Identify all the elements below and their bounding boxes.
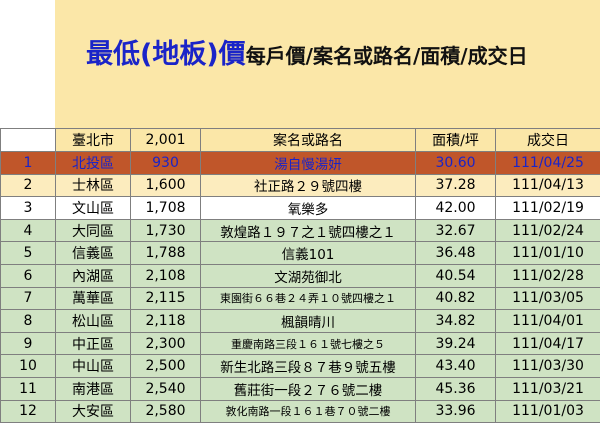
area-cell[interactable]: 33.96 (416, 400, 496, 423)
table-row: 4大同區1,730敦煌路１９７之１號四樓之１32.67111/02/24 (1, 219, 600, 242)
row-index-cell[interactable]: 7 (1, 287, 56, 310)
case-name-cell[interactable]: 氧樂多 (201, 197, 416, 220)
case-name-cell[interactable]: 社正路２９號四樓 (201, 174, 416, 197)
area-cell[interactable]: 37.28 (416, 174, 496, 197)
date-cell[interactable]: 111/02/24 (496, 219, 600, 242)
row-index-cell[interactable]: 4 (1, 219, 56, 242)
area-cell[interactable]: 43.40 (416, 355, 496, 378)
row-index-cell[interactable]: 2 (1, 174, 56, 197)
district-cell[interactable]: 士林區 (56, 174, 131, 197)
date-cell[interactable]: 111/01/10 (496, 242, 600, 265)
case-name-cell[interactable]: 楓韻晴川 (201, 310, 416, 333)
district-cell[interactable]: 信義區 (56, 242, 131, 265)
header-date-cell[interactable]: 成交日 (496, 129, 600, 152)
price-cell[interactable]: 2,580 (131, 400, 201, 423)
table-row: 10中山區2,500新生北路三段８７巷９號五樓43.40111/03/30 (1, 355, 600, 378)
area-cell[interactable]: 45.36 (416, 377, 496, 400)
page-title: 最低(地板)價每戶價/案名或路名/面積/成交日 (86, 32, 528, 71)
title-main: 最低(地板)價 (86, 39, 246, 70)
date-cell[interactable]: 111/03/21 (496, 377, 600, 400)
header-blank-cell[interactable] (1, 129, 56, 152)
price-cell[interactable]: 2,540 (131, 377, 201, 400)
table-row: 11南港區2,540舊莊街一段２７６號二樓45.36111/03/21 (1, 377, 600, 400)
case-name-cell[interactable]: 信義101 (201, 242, 416, 265)
district-cell[interactable]: 大安區 (56, 400, 131, 423)
header-city-cell[interactable]: 臺北市 (56, 129, 131, 152)
case-name-cell[interactable]: 敦煌路１９７之１號四樓之１ (201, 219, 416, 242)
area-cell[interactable]: 42.00 (416, 197, 496, 220)
spreadsheet: 最低(地板)價每戶價/案名或路名/面積/成交日 臺北市 2,001 案名或路名 … (0, 0, 600, 400)
district-cell[interactable]: 萬華區 (56, 287, 131, 310)
price-cell[interactable]: 1,788 (131, 242, 201, 265)
case-name-cell[interactable]: 新生北路三段８７巷９號五樓 (201, 355, 416, 378)
table-row: 12大安區2,580敦化南路一段１６１巷７０號二樓33.96111/01/03 (1, 400, 600, 423)
table-row: 9中正區2,300重慶南路三段１６１號七樓之５39.24111/04/17 (1, 332, 600, 355)
district-cell[interactable]: 內湖區 (56, 264, 131, 287)
row-index-cell[interactable]: 6 (1, 264, 56, 287)
title-sub: 每戶價/案名或路名/面積/成交日 (246, 44, 528, 68)
price-cell[interactable]: 1,600 (131, 174, 201, 197)
table-row: 7萬華區2,115東園街６６巷２４弄１０號四樓之１40.82111/03/05 (1, 287, 600, 310)
table-row: 5信義區1,788信義10136.48111/01/10 (1, 242, 600, 265)
price-cell[interactable]: 2,500 (131, 355, 201, 378)
area-cell[interactable]: 40.82 (416, 287, 496, 310)
row-index-cell[interactable]: 8 (1, 310, 56, 333)
district-cell[interactable]: 南港區 (56, 377, 131, 400)
row-index-cell[interactable]: 3 (1, 197, 56, 220)
area-cell[interactable]: 34.82 (416, 310, 496, 333)
header-name-cell[interactable]: 案名或路名 (201, 129, 416, 152)
area-cell[interactable]: 30.60 (416, 152, 496, 175)
case-name-cell[interactable]: 舊莊街一段２７６號二樓 (201, 377, 416, 400)
table-row: 2士林區1,600社正路２９號四樓37.28111/04/13 (1, 174, 600, 197)
case-name-cell[interactable]: 湯自慢湯妍 (201, 152, 416, 175)
date-cell[interactable]: 111/03/30 (496, 355, 600, 378)
date-cell[interactable]: 111/04/17 (496, 332, 600, 355)
table-row: 3文山區1,708氧樂多42.00111/02/19 (1, 197, 600, 220)
header-price-cell[interactable]: 2,001 (131, 129, 201, 152)
date-cell[interactable]: 111/03/05 (496, 287, 600, 310)
date-cell[interactable]: 111/04/25 (496, 152, 600, 175)
row-index-column-top (0, 0, 55, 128)
price-cell[interactable]: 2,118 (131, 310, 201, 333)
district-cell[interactable]: 北投區 (56, 152, 131, 175)
district-cell[interactable]: 大同區 (56, 219, 131, 242)
row-index-cell[interactable]: 5 (1, 242, 56, 265)
area-cell[interactable]: 40.54 (416, 264, 496, 287)
case-name-cell[interactable]: 文湖苑御北 (201, 264, 416, 287)
case-name-cell[interactable]: 敦化南路一段１６１巷７０號二樓 (201, 400, 416, 423)
date-cell[interactable]: 111/02/19 (496, 197, 600, 220)
district-cell[interactable]: 文山區 (56, 197, 131, 220)
date-cell[interactable]: 111/04/13 (496, 174, 600, 197)
table-row: 8松山區2,118楓韻晴川34.82111/04/01 (1, 310, 600, 333)
district-cell[interactable]: 中正區 (56, 332, 131, 355)
case-name-cell[interactable]: 東園街６６巷２４弄１０號四樓之１ (201, 287, 416, 310)
price-cell[interactable]: 2,108 (131, 264, 201, 287)
area-cell[interactable]: 36.48 (416, 242, 496, 265)
table-row: 6內湖區2,108文湖苑御北40.54111/02/28 (1, 264, 600, 287)
row-index-cell[interactable]: 9 (1, 332, 56, 355)
price-cell[interactable]: 2,115 (131, 287, 201, 310)
price-table: 臺北市 2,001 案名或路名 面積/坪 成交日 1北投區930湯自慢湯妍30.… (0, 128, 600, 423)
district-cell[interactable]: 松山區 (56, 310, 131, 333)
date-cell[interactable]: 111/01/03 (496, 400, 600, 423)
row-index-cell[interactable]: 1 (1, 152, 56, 175)
date-cell[interactable]: 111/04/01 (496, 310, 600, 333)
price-cell[interactable]: 930 (131, 152, 201, 175)
area-cell[interactable]: 39.24 (416, 332, 496, 355)
price-cell[interactable]: 1,708 (131, 197, 201, 220)
header-area-cell[interactable]: 面積/坪 (416, 129, 496, 152)
row-index-cell[interactable]: 12 (1, 400, 56, 423)
district-cell[interactable]: 中山區 (56, 355, 131, 378)
table-row: 1北投區930湯自慢湯妍30.60111/04/25 (1, 152, 600, 175)
price-cell[interactable]: 2,300 (131, 332, 201, 355)
case-name-cell[interactable]: 重慶南路三段１６１號七樓之５ (201, 332, 416, 355)
price-cell[interactable]: 1,730 (131, 219, 201, 242)
row-index-cell[interactable]: 10 (1, 355, 56, 378)
area-cell[interactable]: 32.67 (416, 219, 496, 242)
row-index-cell[interactable]: 11 (1, 377, 56, 400)
date-cell[interactable]: 111/02/28 (496, 264, 600, 287)
table-header-row: 臺北市 2,001 案名或路名 面積/坪 成交日 (1, 129, 600, 152)
